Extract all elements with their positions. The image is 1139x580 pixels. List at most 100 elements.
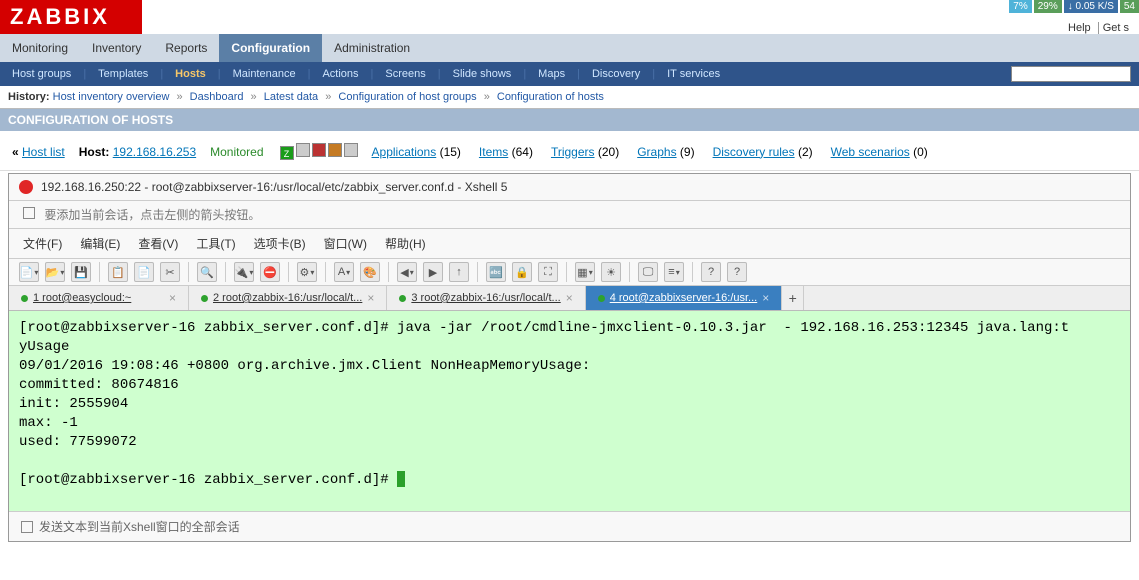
xshell-titlebar: 192.168.16.250:22 - root@zabbixserver-16… <box>9 174 1130 201</box>
broadcast-checkbox[interactable] <box>21 521 33 533</box>
open-icon[interactable]: 📂▾ <box>45 262 65 282</box>
history-link[interactable]: Configuration of host groups <box>338 91 476 103</box>
system-stats: 7% 29% ↓ 0.05 K/S 54 <box>1007 0 1139 13</box>
applications-link[interactable]: Applications <box>372 145 437 159</box>
other-icon <box>344 143 358 157</box>
help-icon[interactable]: ? <box>727 262 747 282</box>
host-ip-link[interactable]: 192.168.16.253 <box>113 145 196 159</box>
help-icon[interactable]: ? <box>701 262 721 282</box>
session-status-icon <box>399 295 406 302</box>
subnav-slide-shows[interactable]: Slide shows <box>449 66 516 82</box>
fullscreen-icon[interactable]: ⛶ <box>538 262 558 282</box>
subnav-hosts[interactable]: Hosts <box>171 66 210 82</box>
session-tab[interactable]: 4 root@zabbixserver-16:/usr...× <box>586 286 783 310</box>
graphs-link[interactable]: Graphs <box>637 145 676 159</box>
main-nav: MonitoringInventoryReportsConfigurationA… <box>0 34 1139 62</box>
history-link[interactable]: Latest data <box>264 91 318 103</box>
sub-nav: Host groups|Templates|Hosts|Maintenance|… <box>0 62 1139 86</box>
triggers-link[interactable]: Triggers <box>551 145 595 159</box>
subnav-screens[interactable]: Screens <box>381 66 429 82</box>
zabbix-agent-icon: Z <box>280 146 294 160</box>
find-icon[interactable]: 🔍 <box>197 262 217 282</box>
font-icon[interactable]: A▾ <box>334 262 354 282</box>
menu-item[interactable]: 窗口(W) <box>324 235 367 252</box>
close-tab-icon[interactable]: × <box>762 291 769 305</box>
session-status-icon <box>201 295 208 302</box>
tab-administration[interactable]: Administration <box>322 34 422 62</box>
host-list-link[interactable]: Host list <box>22 145 65 159</box>
tab-inventory[interactable]: Inventory <box>80 34 153 62</box>
xshell-app-icon <box>19 180 33 194</box>
lock-icon[interactable]: 🔒 <box>512 262 532 282</box>
items-link[interactable]: Items <box>479 145 508 159</box>
layout-icon[interactable]: ▦▾ <box>575 262 595 282</box>
subnav-discovery[interactable]: Discovery <box>588 66 644 82</box>
history-link[interactable]: Dashboard <box>190 91 244 103</box>
close-tab-icon[interactable]: × <box>169 291 176 305</box>
props-icon[interactable]: ⚙▾ <box>297 262 317 282</box>
new-icon[interactable]: 📄▾ <box>19 262 39 282</box>
history-link[interactable]: Host inventory overview <box>53 91 170 103</box>
page-title: CONFIGURATION OF HOSTS <box>0 109 1139 131</box>
xshell-tabs: 1 root@easycloud:~×2 root@zabbix-16:/usr… <box>9 286 1130 311</box>
opt-icon[interactable]: ≡▾ <box>664 262 684 282</box>
xshell-broadcast-bar: 发送文本到当前Xshell窗口的全部会话 <box>9 511 1130 541</box>
arrow-icon[interactable] <box>23 207 35 219</box>
menu-item[interactable]: 编辑(E) <box>80 235 120 252</box>
trans-icon[interactable]: ☀ <box>601 262 621 282</box>
tab-reports[interactable]: Reports <box>153 34 219 62</box>
encode-icon[interactable]: 🔤 <box>486 262 506 282</box>
terminal-cursor <box>397 471 405 487</box>
xshell-menu-bar: 文件(F) 编辑(E) 查看(V) 工具(T) 选项卡(B) 窗口(W) 帮助(H) <box>9 229 1130 258</box>
xshell-toolbar: 📄▾ 📂▾ 💾 📋 📄 ✂ 🔍 🔌▾ ⛔ ⚙▾ A▾ 🎨 ◀▾ ▶ ↑ 🔤 🔒 ⛶ ▦▾ ☀ 🖵 ≡▾?? <box>9 258 1130 286</box>
menu-item[interactable]: 文件(F) <box>23 235 62 252</box>
fwd-icon[interactable]: ▶ <box>423 262 443 282</box>
disconnect-icon[interactable]: ⛔ <box>260 262 280 282</box>
session-status-icon <box>21 295 28 302</box>
subnav-it-services[interactable]: IT services <box>663 66 724 82</box>
save-icon[interactable]: 💾 <box>71 262 91 282</box>
back-icon[interactable]: ◀▾ <box>397 262 417 282</box>
add-tab-button[interactable]: + <box>782 286 804 310</box>
close-tab-icon[interactable]: × <box>367 291 374 305</box>
zabbix-logo: ZABBIX <box>0 0 142 34</box>
host-toolbar: « Host list Host: 192.168.16.253 Monitor… <box>0 131 1139 171</box>
copy-icon[interactable]: 📋 <box>108 262 128 282</box>
terminal-output[interactable]: [root@zabbixserver-16 zabbix_server.conf… <box>9 311 1130 511</box>
discovery-rules-link[interactable]: Discovery rules <box>713 145 795 159</box>
jmx-icon <box>312 143 326 157</box>
web-scenarios-link[interactable]: Web scenarios <box>831 145 910 159</box>
subnav-templates[interactable]: Templates <box>94 66 152 82</box>
session-tab[interactable]: 2 root@zabbix-16:/usr/local/t...× <box>189 286 387 310</box>
monitored-status: Monitored <box>210 145 263 159</box>
history-link[interactable]: Configuration of hosts <box>497 91 604 103</box>
snmp-icon <box>296 143 310 157</box>
xshell-hint-bar: 要添加当前会话，点击左侧的箭头按钮。 <box>9 201 1130 229</box>
subnav-actions[interactable]: Actions <box>318 66 362 82</box>
close-tab-icon[interactable]: × <box>566 291 573 305</box>
xshell-window: 192.168.16.250:22 - root@zabbixserver-16… <box>8 173 1131 542</box>
tab-configuration[interactable]: Configuration <box>219 34 322 62</box>
tab-monitoring[interactable]: Monitoring <box>0 34 80 62</box>
up-icon[interactable]: ↑ <box>449 262 469 282</box>
menu-item[interactable]: 工具(T) <box>196 235 235 252</box>
status-icons: Z <box>278 143 358 160</box>
reconnect-icon[interactable]: 🔌▾ <box>234 262 254 282</box>
menu-item[interactable]: 帮助(H) <box>385 235 426 252</box>
screen-icon[interactable]: 🖵 <box>638 262 658 282</box>
session-tab[interactable]: 3 root@zabbix-16:/usr/local/t...× <box>387 286 585 310</box>
menu-item[interactable]: 选项卡(B) <box>254 235 306 252</box>
menu-item[interactable]: 查看(V) <box>138 235 178 252</box>
subnav-host-groups[interactable]: Host groups <box>8 66 75 82</box>
subnav-maintenance[interactable]: Maintenance <box>229 66 300 82</box>
session-tab[interactable]: 1 root@easycloud:~× <box>9 286 189 310</box>
subnav-maps[interactable]: Maps <box>534 66 569 82</box>
paste-icon[interactable]: 📄 <box>134 262 154 282</box>
cut-icon[interactable]: ✂ <box>160 262 180 282</box>
color-icon[interactable]: 🎨 <box>360 262 380 282</box>
ipmi-icon <box>328 143 342 157</box>
history-bar: History: Host inventory overview » Dashb… <box>0 86 1139 109</box>
search-input[interactable] <box>1011 66 1131 82</box>
get-link[interactable]: Get s <box>1098 22 1133 34</box>
help-link[interactable]: Help <box>1064 22 1095 34</box>
